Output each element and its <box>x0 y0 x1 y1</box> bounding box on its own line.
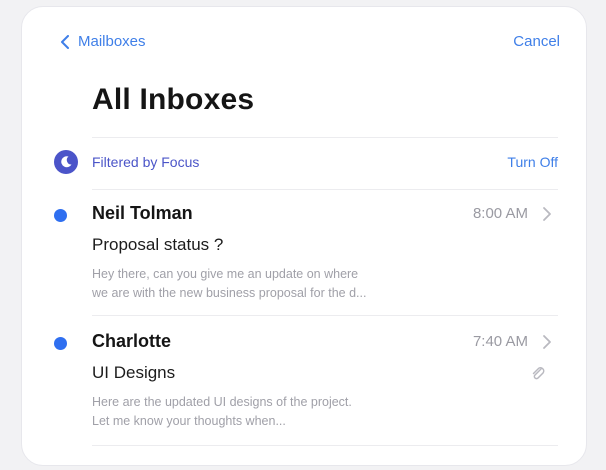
turn-off-button[interactable]: Turn Off <box>507 154 558 170</box>
page-title: All Inboxes <box>92 83 255 116</box>
preview-line: Let me know your thoughts when... <box>92 414 286 428</box>
message-sender: Charlotte <box>92 331 172 351</box>
back-label: Mailboxes <box>78 33 146 50</box>
chevron-right-icon <box>543 207 551 221</box>
preview-line: Hey there, can you give me an update on … <box>92 267 359 281</box>
message-time: 8:00 AM <box>472 205 528 222</box>
message-row[interactable]: Neil Tolman 8:00 AM Proposal status ? He… <box>22 193 586 311</box>
chevron-left-icon <box>61 34 69 49</box>
unread-indicator <box>54 337 67 350</box>
cancel-button[interactable]: Cancel <box>513 33 560 50</box>
message-sender: Neil Tolman <box>92 203 193 223</box>
preview-line: Here are the updated UI designs of the p… <box>92 395 352 409</box>
filter-label: Filtered by Focus <box>92 154 200 170</box>
divider <box>92 137 558 138</box>
unread-indicator <box>54 209 67 222</box>
mail-panel: Mailboxes Cancel All Inboxes Filtered by… <box>21 6 587 466</box>
focus-filter-bar: Filtered by Focus Turn Off <box>54 145 558 181</box>
message-subject: Proposal status ? <box>92 235 224 254</box>
divider <box>92 315 558 316</box>
message-preview: Here are the updated UI designs of the p… <box>92 393 542 431</box>
moon-icon <box>54 150 78 174</box>
divider <box>92 189 558 190</box>
navigation-bar: Mailboxes Cancel <box>22 33 586 61</box>
message-subject: UI Designs <box>92 363 176 382</box>
paperclip-icon <box>532 367 545 380</box>
message-time: 7:40 AM <box>472 333 528 350</box>
message-preview: Hey there, can you give me an update on … <box>92 265 542 303</box>
chevron-right-icon <box>543 335 551 349</box>
back-to-mailboxes-button[interactable]: Mailboxes <box>60 33 146 50</box>
preview-line: we are with the new business proposal fo… <box>92 286 367 300</box>
divider <box>92 445 558 446</box>
message-row[interactable]: Charlotte 7:40 AM UI Designs Here are th… <box>22 321 586 439</box>
